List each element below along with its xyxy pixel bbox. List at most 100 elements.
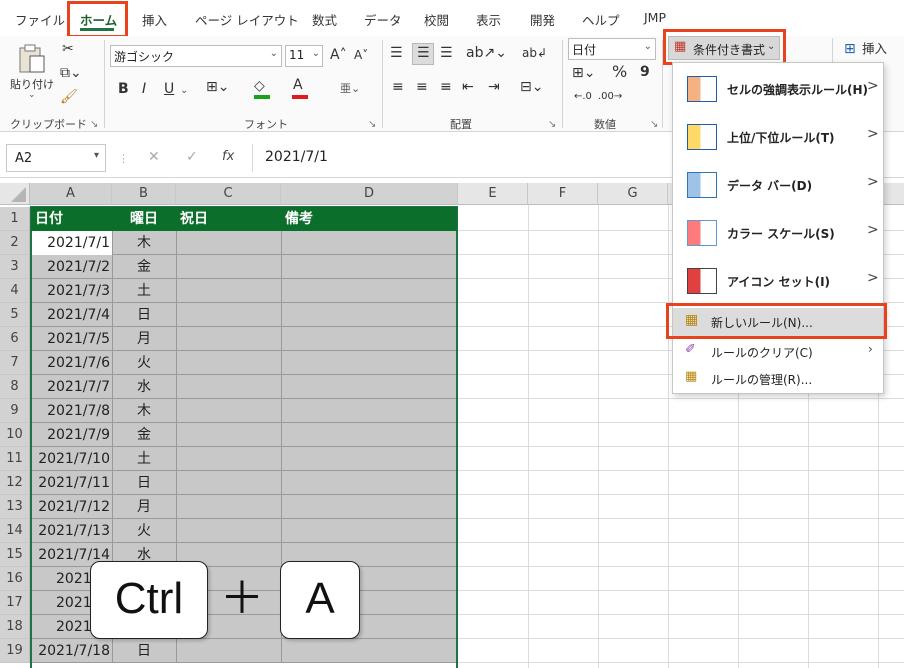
manage-rules-item[interactable]: ▦ ルールの管理(R)... (673, 366, 883, 390)
font-color-button[interactable]: A (290, 77, 320, 100)
tab-insert[interactable]: 挿入 (142, 10, 167, 29)
align-center-icon[interactable]: ≡ (416, 78, 428, 96)
accounting-format-icon[interactable]: ⊞⌄ (572, 64, 595, 82)
row-header[interactable]: 7 (0, 351, 30, 375)
menu-item-highlight-cells[interactable]: セルの強調表示ルール(H) > (673, 68, 883, 112)
cancel-icon[interactable]: ✕ (148, 148, 160, 166)
row-header[interactable]: 15 (0, 543, 30, 567)
clear-rules-item[interactable]: ✐ ルールのクリア(C) › (673, 339, 883, 363)
cut-icon[interactable]: ✂ (62, 40, 74, 58)
copy-icon[interactable]: ⧉⌄ (60, 64, 82, 82)
row-header[interactable]: 18 (0, 615, 30, 639)
paste-button[interactable]: 貼り付け ⌄ (10, 40, 54, 104)
tab-data[interactable]: データ (364, 10, 402, 29)
row-header[interactable]: 16 (0, 567, 30, 591)
menu-item-color-scale[interactable]: カラー スケール(S) > (673, 212, 883, 256)
decrease-indent-icon[interactable]: ⇤ (462, 78, 474, 96)
name-box[interactable]: A2 ▾ (6, 144, 106, 172)
color-scale-icon (687, 220, 717, 246)
format-painter-icon[interactable]: 🖌 (60, 88, 78, 106)
row-header[interactable]: 6 (0, 327, 30, 351)
insert-cells-label[interactable]: 挿入 (862, 40, 887, 58)
tab-formulas[interactable]: 数式 (312, 10, 337, 29)
select-all-corner[interactable] (0, 183, 30, 205)
row-header[interactable]: 2 (0, 231, 30, 255)
tab-developer[interactable]: 開発 (530, 10, 555, 29)
row-header[interactable]: 1 (0, 207, 30, 231)
tab-view[interactable]: 表示 (476, 10, 501, 29)
merge-center-icon[interactable]: ⊟⌄ (520, 78, 543, 96)
borders-icon[interactable]: ⊞⌄ (206, 78, 229, 96)
column-header-b[interactable]: B (112, 183, 176, 205)
menu-item-data-bar[interactable]: データ バー(D) > (673, 164, 883, 208)
menu-item-icon-set[interactable]: アイコン セット(I) > (673, 260, 883, 304)
row-header[interactable]: 19 (0, 639, 30, 663)
formula-input[interactable]: 2021/7/1 (252, 144, 672, 172)
row-header[interactable]: 13 (0, 495, 30, 519)
number-format-select[interactable]: 日付 ⌄ (568, 38, 656, 60)
row-header[interactable]: 17 (0, 591, 30, 615)
manage-rules-icon: ▦ (685, 369, 698, 384)
align-right-icon[interactable]: ≡ (440, 78, 452, 96)
row-header[interactable]: 3 (0, 255, 30, 279)
bold-button[interactable]: B (118, 80, 129, 98)
comma-style-button[interactable]: 9 (640, 63, 650, 81)
column-header-e[interactable]: E (458, 183, 528, 205)
tab-file[interactable]: ファイル (15, 10, 65, 29)
column-gridline (598, 205, 599, 668)
dialog-launcher-icon[interactable]: ↘ (650, 116, 658, 134)
dialog-launcher-icon[interactable]: ↘ (90, 116, 98, 134)
header-notes[interactable]: 備考 (285, 207, 313, 231)
dialog-launcher-icon[interactable]: ↘ (368, 116, 376, 134)
insert-cells-icon[interactable]: ⊞ (844, 40, 856, 58)
column-header-f[interactable]: F (528, 183, 598, 205)
wrap-text-icon[interactable]: ab↲ (522, 44, 547, 62)
phonetic-icon[interactable]: 亜⌄ (340, 80, 360, 98)
decrease-decimal-icon[interactable]: .00→ (598, 88, 622, 106)
decrease-font-icon[interactable]: A˅ (354, 46, 368, 64)
italic-button[interactable]: I (142, 80, 146, 98)
tab-review[interactable]: 校閲 (424, 10, 449, 29)
menu-item-label: アイコン セット(I) (727, 275, 831, 289)
tab-page-layout[interactable]: ページ レイアウト (195, 10, 299, 29)
align-bottom-icon[interactable]: ☰ (440, 44, 453, 62)
header-holiday[interactable]: 祝日 (180, 207, 208, 231)
menu-item-top-bottom[interactable]: 上位/下位ルール(T) > (673, 116, 883, 160)
row-header[interactable]: 8 (0, 375, 30, 399)
increase-font-icon[interactable]: A˄ (330, 46, 347, 64)
row-header[interactable]: 11 (0, 447, 30, 471)
column-header-a[interactable]: A (30, 183, 112, 205)
align-top-icon[interactable]: ☰ (390, 44, 403, 62)
dialog-launcher-icon[interactable]: ↘ (548, 116, 556, 134)
fill-color-button[interactable]: ◇ (252, 78, 282, 100)
row-header[interactable]: 14 (0, 519, 30, 543)
percent-button[interactable]: % (612, 63, 627, 81)
tab-jmp[interactable]: JMP (644, 10, 666, 25)
header-day-of-week[interactable]: 曜日 (130, 207, 158, 231)
row-header[interactable]: 5 (0, 303, 30, 327)
column-header-c[interactable]: C (176, 183, 281, 205)
row-header[interactable]: 10 (0, 423, 30, 447)
enter-icon[interactable]: ✓ (186, 148, 198, 166)
row-header[interactable]: 9 (0, 399, 30, 423)
increase-decimal-icon[interactable]: ←.0 (574, 88, 592, 106)
header-date[interactable]: 日付 (35, 207, 63, 231)
menu-item-label: 上位/下位ルール(T) (727, 131, 835, 145)
font-name-select[interactable]: 游ゴシック ⌄ (110, 45, 282, 67)
chevron-down-icon: ⌄ (643, 41, 652, 52)
align-left-icon[interactable]: ≡ (392, 78, 404, 96)
insert-function-button[interactable]: fx (222, 148, 234, 166)
row-header[interactable]: 12 (0, 471, 30, 495)
increase-indent-icon[interactable]: ⇥ (488, 78, 500, 96)
plus-sign: ＋ (220, 573, 264, 624)
column-header-g[interactable]: G (598, 183, 668, 205)
font-color-icon: A (293, 77, 303, 93)
tab-help[interactable]: ヘルプ (582, 10, 620, 29)
chevron-down-icon[interactable]: ⌄ (180, 82, 188, 100)
underline-button[interactable]: U (164, 80, 174, 98)
font-size-select[interactable]: 11 ⌄ (285, 45, 323, 67)
align-middle-button[interactable]: ☰ (412, 43, 434, 65)
column-header-d[interactable]: D (281, 183, 458, 205)
orientation-icon[interactable]: ab↗⌄ (466, 44, 507, 62)
row-header[interactable]: 4 (0, 279, 30, 303)
